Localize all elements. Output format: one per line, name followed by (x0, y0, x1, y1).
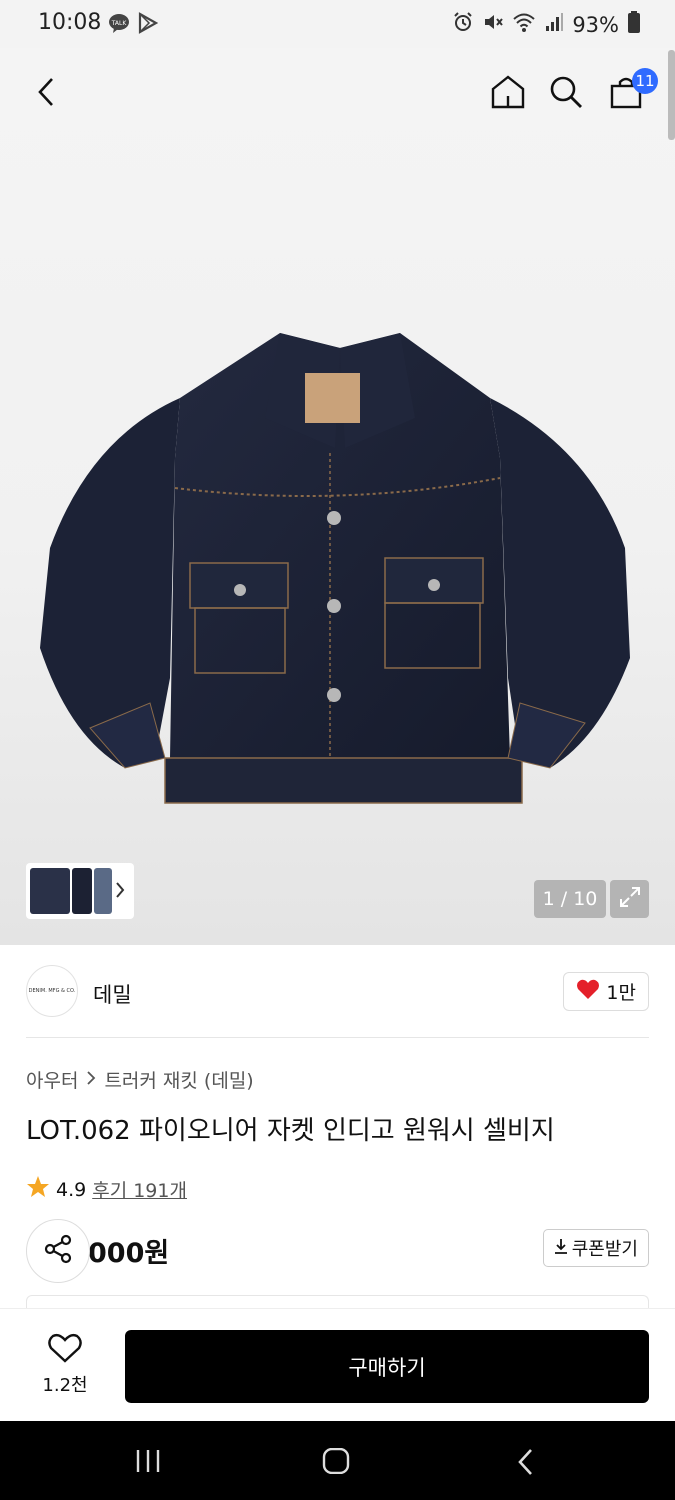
star-icon (26, 1175, 50, 1204)
page-counter: 1 / 10 (534, 880, 606, 918)
thumbnail-1[interactable] (30, 868, 70, 914)
back-button[interactable] (24, 72, 68, 116)
expand-icon (618, 885, 642, 913)
cart-button[interactable]: 11 (604, 68, 658, 116)
coupon-label: 쿠폰받기 (571, 1239, 638, 1260)
top-nav: 11 (0, 48, 675, 138)
coupon-button[interactable]: 쿠폰받기 (542, 1229, 649, 1267)
back-nav-icon[interactable] (515, 1448, 537, 1480)
recent-apps-icon[interactable] (134, 1448, 162, 1478)
home-nav-icon[interactable] (322, 1447, 350, 1478)
thumbnail-strip[interactable] (26, 863, 134, 919)
thumbnail-2[interactable] (72, 868, 92, 914)
heart-outline-icon (48, 1333, 82, 1367)
review-count-link[interactable]: 후기 191개 (92, 1176, 187, 1203)
product-image-gallery[interactable] (0, 48, 675, 945)
rating-value: 4.9 (56, 1178, 87, 1201)
price: 000원 (88, 1238, 170, 1269)
brand-row[interactable]: DENIM. MFG & CO. 데밀 1만 (26, 963, 649, 1019)
cart-count-badge: 11 (632, 68, 658, 94)
download-icon (554, 1238, 568, 1259)
breadcrumb: 아우터 트러커 재킷 (데밀) (26, 1066, 254, 1093)
brand-like-button[interactable]: 1만 (563, 972, 649, 1011)
brand-name[interactable]: 데밀 (93, 979, 132, 1009)
expand-button[interactable] (610, 880, 649, 918)
mute-icon (482, 11, 504, 38)
svg-text:TALK: TALK (111, 20, 128, 27)
wishlist-count: 1.2천 (42, 1375, 88, 1396)
play-icon (136, 12, 159, 38)
brand-logo[interactable]: DENIM. MFG & CO. (26, 965, 78, 1017)
product-image (30, 318, 640, 818)
breadcrumb-item[interactable]: 트러커 재킷 (데밀) (104, 1066, 253, 1093)
status-time: 10:08 (38, 10, 102, 35)
alarm-icon (452, 11, 474, 38)
signal-icon (544, 11, 564, 38)
thumbnail-3[interactable] (94, 868, 112, 914)
scrollbar[interactable] (668, 50, 675, 140)
breadcrumb-item[interactable]: 아우터 (26, 1066, 78, 1093)
status-bar: 10:08 TALK 93% (0, 0, 675, 48)
back-arrow-icon (32, 76, 60, 112)
share-button[interactable] (26, 1219, 90, 1283)
system-nav-bar (0, 1421, 675, 1500)
buy-button[interactable]: 구매하기 (125, 1330, 649, 1403)
wishlist-button[interactable]: 1.2천 (30, 1333, 100, 1397)
search-button[interactable] (544, 72, 588, 116)
heart-filled-icon (576, 978, 600, 1005)
product-title: LOT.062 파이오니어 자켓 인디고 원워시 셀비지 (26, 1116, 555, 1146)
home-button[interactable] (486, 72, 530, 116)
talk-icon: TALK (108, 12, 130, 38)
bottom-action-bar: 1.2천 구매하기 (0, 1308, 675, 1421)
battery-percent: 93% (572, 12, 619, 37)
share-icon (42, 1233, 74, 1269)
divider (26, 1037, 649, 1038)
chevron-right-icon (86, 1069, 96, 1091)
rating-row: 4.9 후기 191개 (26, 1175, 187, 1204)
brand-like-count: 1만 (606, 982, 636, 1004)
search-icon (549, 75, 583, 113)
chevron-right-icon (114, 880, 126, 904)
battery-icon (627, 10, 641, 39)
wifi-icon (512, 11, 536, 38)
home-icon (490, 74, 526, 114)
price-row: 000원 쿠폰받기 (26, 1219, 649, 1283)
